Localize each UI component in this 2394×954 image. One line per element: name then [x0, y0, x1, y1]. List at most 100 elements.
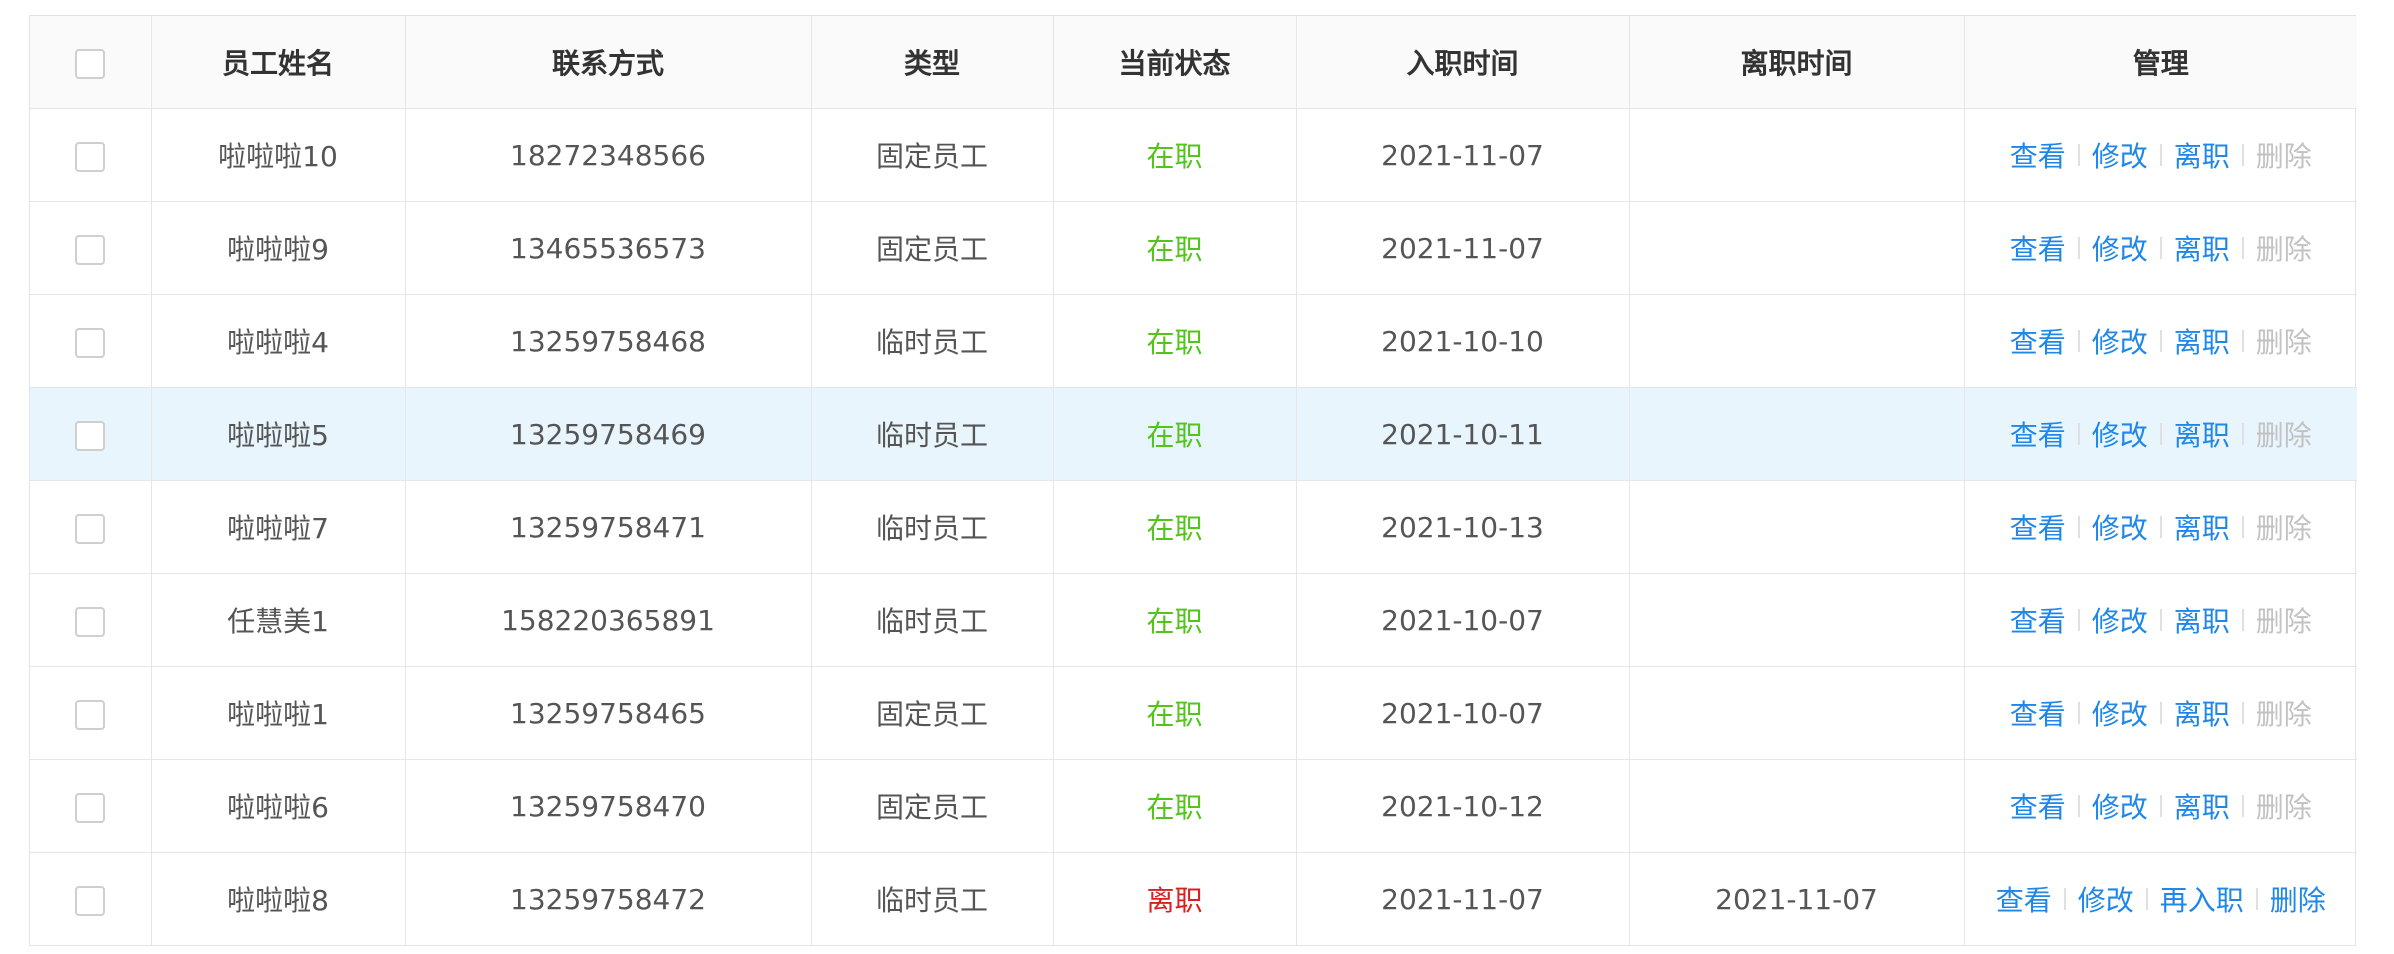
cell-name: 啦啦啦7	[151, 480, 406, 574]
cell-name: 啦啦啦9	[151, 201, 406, 295]
cell-type: 固定员工	[811, 666, 1054, 760]
row-select-cell	[30, 852, 152, 945]
delete-link[interactable]: 删除	[2244, 228, 2324, 268]
table-row[interactable]: 啦啦啦9 13465536573 固定员工 在职 2021-11-07 查看 修…	[30, 201, 2357, 295]
view-link[interactable]: 查看	[1998, 228, 2078, 268]
table-row[interactable]: 啦啦啦7 13259758471 临时员工 在职 2021-10-13 查看 修…	[30, 480, 2357, 574]
delete-link[interactable]: 删除	[2244, 693, 2324, 733]
row-select-cell	[30, 201, 152, 295]
cell-name: 啦啦啦1	[151, 666, 406, 760]
view-link[interactable]: 查看	[1998, 600, 2078, 640]
row-select-cell	[30, 759, 152, 853]
edit-link[interactable]: 修改	[2080, 693, 2160, 733]
header-name[interactable]: 员工姓名	[151, 16, 406, 109]
row-checkbox[interactable]	[75, 699, 106, 730]
table-row[interactable]: 啦啦啦10 18272348566 固定员工 在职 2021-11-07 查看 …	[30, 108, 2357, 202]
cell-type: 固定员工	[811, 201, 1054, 295]
view-link[interactable]: 查看	[1998, 507, 2078, 547]
cell-actions: 查看 修改 离职 删除	[1964, 387, 2357, 481]
cell-join-date: 2021-10-10	[1296, 294, 1630, 388]
edit-link[interactable]: 修改	[2066, 879, 2146, 919]
delete-link[interactable]: 删除	[2244, 135, 2324, 175]
table-row[interactable]: 啦啦啦5 13259758469 临时员工 在职 2021-10-11 查看 修…	[30, 387, 2357, 481]
header-contact[interactable]: 联系方式	[405, 16, 812, 109]
view-link[interactable]: 查看	[1984, 879, 2064, 919]
row-select-cell	[30, 108, 152, 202]
header-select-all-cell	[30, 16, 152, 109]
cell-join-date: 2021-11-07	[1296, 108, 1630, 202]
cell-status: 在职	[1053, 666, 1297, 760]
cell-status: 在职	[1053, 573, 1297, 667]
cell-status: 在职	[1053, 294, 1297, 388]
select-all-checkbox[interactable]	[75, 48, 106, 79]
resign-link[interactable]: 离职	[2162, 228, 2242, 268]
cell-join-date: 2021-11-07	[1296, 201, 1630, 295]
table-header-row: 员工姓名 联系方式 类型 当前状态 入职时间 离职时间 管理	[30, 16, 2357, 109]
edit-link[interactable]: 修改	[2080, 135, 2160, 175]
view-link[interactable]: 查看	[1998, 786, 2078, 826]
header-leave-date[interactable]: 离职时间	[1629, 16, 1965, 109]
delete-link[interactable]: 删除	[2244, 600, 2324, 640]
table-row[interactable]: 啦啦啦6 13259758470 固定员工 在职 2021-10-12 查看 修…	[30, 759, 2357, 853]
view-link[interactable]: 查看	[1998, 135, 2078, 175]
resign-link[interactable]: 离职	[2162, 693, 2242, 733]
resign-link[interactable]: 离职	[2162, 600, 2242, 640]
cell-actions: 查看 修改 再入职 删除	[1964, 853, 2357, 946]
edit-link[interactable]: 修改	[2080, 228, 2160, 268]
cell-leave-date	[1629, 759, 1965, 853]
row-checkbox[interactable]	[75, 420, 106, 451]
edit-link[interactable]: 修改	[2080, 786, 2160, 826]
cell-join-date: 2021-10-12	[1296, 759, 1630, 853]
cell-type: 临时员工	[811, 294, 1054, 388]
header-join-date[interactable]: 入职时间	[1296, 16, 1630, 109]
rehire-link[interactable]: 再入职	[2148, 879, 2256, 919]
row-select-cell	[30, 294, 152, 388]
edit-link[interactable]: 修改	[2080, 321, 2160, 361]
cell-actions: 查看 修改 离职 删除	[1964, 108, 2357, 202]
view-link[interactable]: 查看	[1998, 693, 2078, 733]
row-checkbox[interactable]	[75, 885, 106, 916]
table-row[interactable]: 啦啦啦8 13259758472 临时员工 离职 2021-11-07 2021…	[30, 852, 2357, 946]
cell-leave-date	[1629, 480, 1965, 574]
row-checkbox[interactable]	[75, 792, 106, 823]
row-select-cell	[30, 387, 152, 481]
cell-status: 在职	[1053, 759, 1297, 853]
cell-type: 固定员工	[811, 759, 1054, 853]
header-type[interactable]: 类型	[811, 16, 1054, 109]
view-link[interactable]: 查看	[1998, 321, 2078, 361]
resign-link[interactable]: 离职	[2162, 321, 2242, 361]
cell-join-date: 2021-10-07	[1296, 666, 1630, 760]
delete-link[interactable]: 删除	[2244, 786, 2324, 826]
cell-leave-date	[1629, 573, 1965, 667]
cell-name: 啦啦啦10	[151, 108, 406, 202]
row-checkbox[interactable]	[75, 606, 106, 637]
cell-leave-date	[1629, 201, 1965, 295]
resign-link[interactable]: 离职	[2162, 135, 2242, 175]
view-link[interactable]: 查看	[1998, 414, 2078, 454]
row-checkbox[interactable]	[75, 141, 106, 172]
resign-link[interactable]: 离职	[2162, 507, 2242, 547]
cell-type: 临时员工	[811, 573, 1054, 667]
cell-type: 临时员工	[811, 852, 1054, 945]
delete-link[interactable]: 删除	[2244, 507, 2324, 547]
edit-link[interactable]: 修改	[2080, 600, 2160, 640]
header-status[interactable]: 当前状态	[1053, 16, 1297, 109]
edit-link[interactable]: 修改	[2080, 414, 2160, 454]
row-checkbox[interactable]	[75, 513, 106, 544]
table-row[interactable]: 任慧美1 158220365891 临时员工 在职 2021-10-07 查看 …	[30, 573, 2357, 667]
table-row[interactable]: 啦啦啦4 13259758468 临时员工 在职 2021-10-10 查看 修…	[30, 294, 2357, 388]
resign-link[interactable]: 离职	[2162, 414, 2242, 454]
edit-link[interactable]: 修改	[2080, 507, 2160, 547]
row-select-cell	[30, 480, 152, 574]
row-checkbox[interactable]	[75, 327, 106, 358]
row-select-cell	[30, 573, 152, 667]
delete-link[interactable]: 删除	[2244, 321, 2324, 361]
cell-leave-date	[1629, 387, 1965, 481]
delete-link[interactable]: 删除	[2244, 414, 2324, 454]
resign-link[interactable]: 离职	[2162, 786, 2242, 826]
delete-link[interactable]: 删除	[2258, 879, 2338, 919]
cell-name: 啦啦啦8	[151, 852, 406, 945]
cell-join-date: 2021-10-11	[1296, 387, 1630, 481]
row-checkbox[interactable]	[75, 234, 106, 265]
table-row[interactable]: 啦啦啦1 13259758465 固定员工 在职 2021-10-07 查看 修…	[30, 666, 2357, 760]
